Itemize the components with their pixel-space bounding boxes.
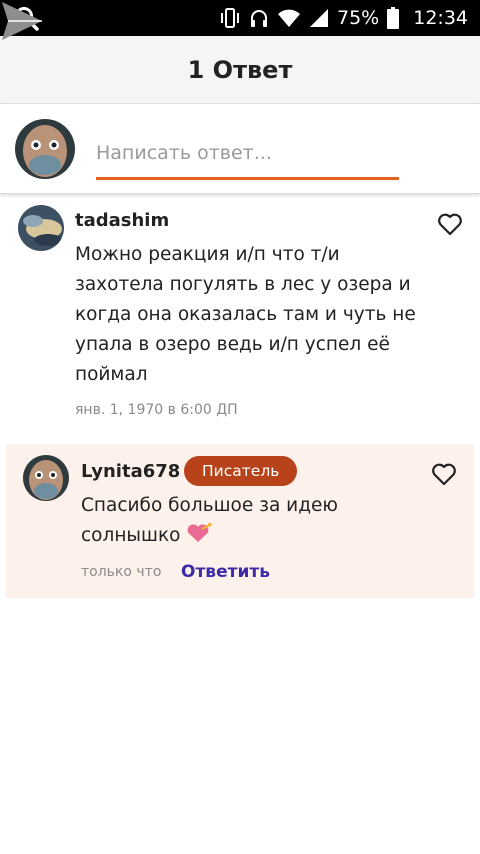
comment-username[interactable]: tadashim — [75, 210, 169, 231]
comment-timestamp: янв. 1, 1970 в 6:00 ДП — [75, 402, 238, 418]
header: 1 Ответ — [0, 36, 480, 104]
heart-outline-icon[interactable] — [431, 462, 457, 486]
avatar — [15, 119, 75, 179]
reply-line-wrap: солнышко — [81, 521, 338, 551]
writer-badge: Писатель — [184, 456, 298, 486]
reply-username[interactable]: Lynita678 — [81, 461, 180, 482]
reply-timestamp: только что — [81, 564, 162, 580]
comment-line: поймал — [75, 364, 148, 385]
heart-outline-icon[interactable] — [437, 212, 463, 236]
signal-icon — [310, 9, 328, 27]
avatar — [23, 455, 69, 501]
reply-button[interactable]: Ответить — [181, 562, 270, 582]
status-bar: 75% 12:34 — [0, 0, 480, 36]
reply-body: Спасибо большое за идею солнышко — [81, 491, 338, 551]
battery-percent: 75% — [337, 7, 380, 29]
comment-line: захотела погулять в лес у озера и — [75, 274, 411, 295]
compose-bar — [0, 104, 480, 194]
reply-comment: Lynita678 Писатель Спасибо большое за ид… — [6, 444, 474, 598]
page-title: 1 Ответ — [187, 55, 293, 84]
reply-input-wrapper — [96, 132, 399, 180]
comment-line: упала в озеро ведь и/п успел её — [75, 334, 390, 355]
comment-body: Можно реакция и/п что т/и захотела погул… — [75, 240, 416, 390]
reply-line: солнышко — [81, 525, 181, 546]
comment-line: когда она оказалась там и чуть не — [75, 304, 416, 325]
heart-emoji-icon — [187, 523, 213, 542]
send-icon[interactable] — [0, 0, 44, 42]
comment: tadashim Можно реакция и/п что т/и захот… — [0, 196, 480, 440]
status-time: 12:34 — [413, 7, 468, 29]
reply-line: Спасибо большое за идею — [81, 495, 338, 516]
reply-input[interactable] — [96, 132, 399, 174]
comment-line: Можно реакция и/п что т/и — [75, 244, 340, 265]
vibrate-icon — [221, 8, 239, 28]
headphones-icon — [251, 10, 267, 27]
wifi-icon — [278, 9, 300, 27]
battery-icon — [387, 7, 400, 29]
status-icons: 75% 12:34 — [219, 0, 468, 36]
avatar — [18, 205, 64, 251]
